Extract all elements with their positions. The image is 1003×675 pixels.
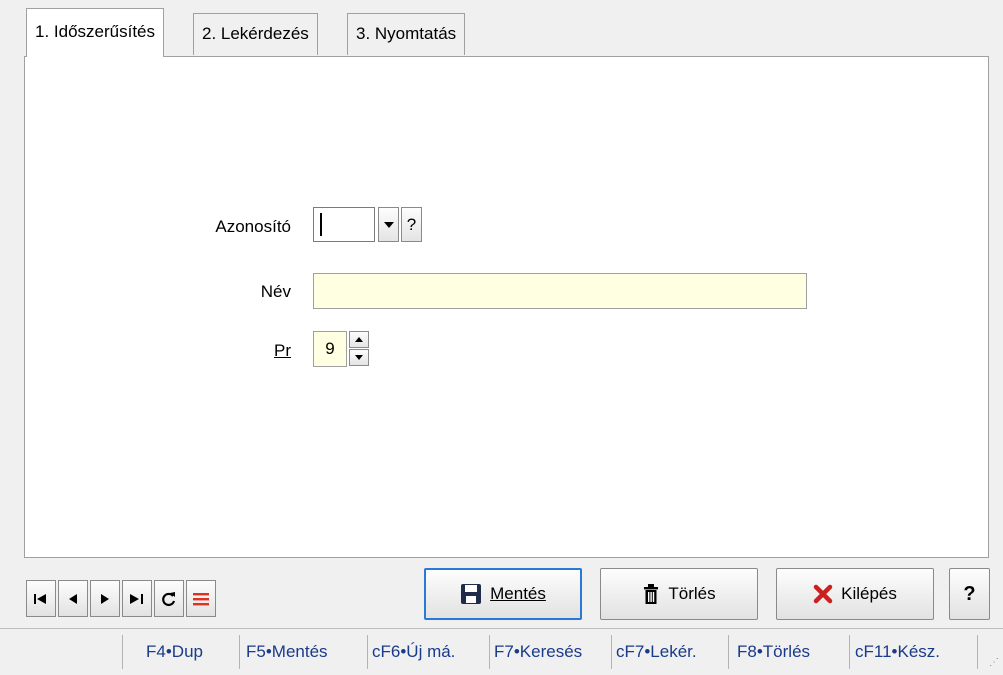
spin-down-icon [355,355,363,360]
name-input[interactable] [313,273,807,309]
first-record-button[interactable] [26,580,56,617]
trash-icon [644,584,659,604]
status-separator [367,635,368,669]
pr-label: Pr [274,341,291,360]
name-label: Név [260,282,291,301]
status-separator [239,635,240,669]
status-cf6-new[interactable]: cF6•Új má. [372,629,455,672]
resize-grip-icon[interactable]: ⋰ [989,657,999,668]
id-dropdown-button[interactable] [378,207,399,242]
status-cf11-done[interactable]: cF11•Kész. [855,629,940,672]
previous-record-button[interactable] [58,580,88,617]
pr-spin-down[interactable] [349,349,369,366]
status-separator [849,635,850,669]
pr-input[interactable]: 9 [313,331,347,367]
help-button[interactable]: ? [949,568,990,620]
first-record-icon [34,593,46,604]
tab-nyomtatas[interactable]: 3. Nyomtatás [347,13,466,55]
id-label: Azonosító [215,217,291,236]
last-record-button[interactable] [122,580,152,617]
spin-up-icon [355,337,363,342]
list-button[interactable] [186,580,216,617]
exit-label: Kilépés [841,584,897,603]
pr-spin-up[interactable] [349,331,369,348]
status-f4-dup[interactable]: F4•Dup [146,629,203,672]
status-separator [122,635,123,669]
text-cursor [320,213,322,236]
status-cf7-query[interactable]: cF7•Lekér. [616,629,697,672]
save-icon [461,584,482,604]
dropdown-arrow-icon [384,222,394,228]
previous-record-icon [69,593,77,604]
id-input[interactable] [313,207,375,242]
id-lookup-button[interactable]: ? [401,207,422,242]
status-f7-search[interactable]: F7•Keresés [494,629,582,672]
next-record-button[interactable] [90,580,120,617]
list-icon [193,592,209,605]
close-icon [813,584,833,604]
status-separator [489,635,490,669]
last-record-icon [130,593,143,604]
delete-label: Törlés [668,584,716,603]
status-f5-save[interactable]: F5•Mentés [246,629,328,672]
tab-lekerdezes[interactable]: 2. Lekérdezés [193,13,318,55]
tab-panel: Azonosító ? Név Pr 9 [24,56,989,558]
tab-idoszerusites[interactable]: 1. Időszerűsítés [26,8,165,57]
save-button[interactable]: Mentés [424,568,582,620]
refresh-button[interactable] [154,580,184,617]
refresh-icon [162,591,176,606]
status-separator [977,635,978,669]
status-f8-delete[interactable]: F8•Törlés [737,629,810,672]
status-separator [728,635,729,669]
save-label: Mentés [490,584,546,603]
status-bar: F4•Dup F5•Mentés cF6•Új má. F7•Keresés c… [0,628,1003,672]
delete-button[interactable]: Törlés [600,568,758,620]
exit-button[interactable]: Kilépés [776,568,934,620]
next-record-icon [101,593,109,604]
status-separator [611,635,612,669]
